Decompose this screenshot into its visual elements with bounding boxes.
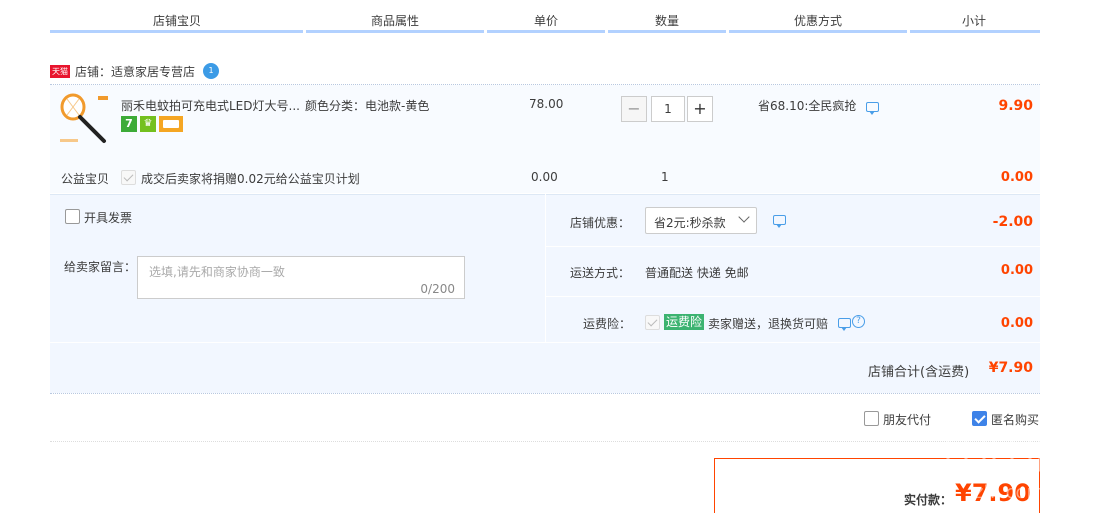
shop-discount-select[interactable]: 省2元:秒杀款 [645, 207, 757, 234]
anonymous-checkbox[interactable] [972, 411, 987, 426]
promotion-info-icon[interactable] [866, 102, 879, 115]
credit-card-icon[interactable] [159, 116, 183, 132]
invoice-checkbox[interactable] [65, 209, 80, 224]
help-icon[interactable]: ? [852, 315, 865, 328]
insurance-info-icon[interactable] [838, 318, 851, 331]
col-price: 单价 [534, 14, 559, 28]
shop-discount-info-icon[interactable] [773, 215, 786, 228]
message-textarea[interactable]: 选填,请先和商家协商一致 0/200 [137, 256, 465, 299]
chevron-down-icon [738, 211, 750, 223]
friend-pay-label: 朋友代付 [883, 413, 932, 427]
col-subtotal: 小计 [962, 14, 987, 28]
payment-label: 实付款： [904, 493, 953, 507]
message-label: 给卖家留言： [64, 260, 137, 274]
product-title-link[interactable]: 丽禾电蚊拍可充电式LED灯大号... [121, 97, 300, 114]
shop-total-label: 店铺合计(含运费) [868, 365, 970, 380]
anonymous-label: 匿名购买 [991, 413, 1040, 427]
charity-text: 成交后卖家将捐赠0.02元给公益宝贝计划 [141, 172, 360, 186]
shop-total-amount: ¥7.90 [988, 360, 1033, 376]
racket-icon [60, 93, 108, 143]
charity-label: 公益宝贝 [61, 172, 110, 186]
charity-checkbox [121, 170, 136, 185]
insurance-amount: 0.00 [1000, 316, 1033, 331]
message-counter: 0/200 [420, 282, 455, 296]
unit-price: 78.00 [529, 97, 564, 111]
shop-discount-selected: 省2元:秒杀款 [654, 216, 726, 230]
col-quantity: 数量 [655, 14, 680, 28]
charity-subtotal: 0.00 [1000, 170, 1033, 185]
payment-amount: ¥7.90 [955, 479, 1031, 507]
shop-discount-label: 店铺优惠： [570, 216, 631, 230]
product-attribute: 颜色分类：电池款-黄色 [305, 99, 430, 113]
service-icons: 7 ♛ [121, 116, 183, 132]
col-promotion: 优惠方式 [794, 14, 843, 28]
insurance-label: 运费险： [583, 317, 632, 331]
product-image[interactable] [58, 93, 110, 145]
insurance-text: 卖家赠送，退换货可赔 [708, 317, 829, 331]
shipping-amount: 0.00 [1000, 263, 1033, 278]
shop-row: 天猫 店铺：适意家居专营店 1 [50, 62, 220, 80]
quantity-increase-button[interactable]: + [687, 96, 713, 122]
quantity-decrease-button[interactable]: − [621, 96, 647, 122]
charity-price: 0.00 [531, 170, 558, 184]
cart-header: 店铺宝贝 商品属性 单价 数量 优惠方式 小计 [50, 0, 1040, 33]
friend-pay-checkbox[interactable] [864, 411, 879, 426]
promotion-text: 省68.10:全民疯抢 [758, 99, 857, 113]
insurance-checkbox [645, 315, 660, 330]
insurance-tag: 运费险 [664, 314, 705, 330]
seven-day-return-icon[interactable]: 7 [121, 116, 137, 132]
payment-box: 实付款： ¥7.90 [714, 458, 1040, 513]
quantity-input[interactable]: 1 [651, 96, 685, 122]
charity-quantity: 1 [661, 170, 669, 184]
invoice-label: 开具发票 [84, 211, 133, 225]
shop-name[interactable]: 店铺：适意家居专营店 [75, 63, 195, 80]
col-attribute: 商品属性 [371, 14, 420, 28]
shipping-value: 普通配送 快递 免邮 [645, 266, 749, 280]
item-subtotal: 9.90 [998, 98, 1033, 114]
tmall-badge: 天猫 [50, 64, 70, 78]
guarantee-icon[interactable]: ♛ [140, 116, 156, 132]
message-placeholder: 选填,请先和商家协商一致 [149, 265, 285, 279]
shop-discount-amount: -2.00 [992, 214, 1033, 230]
col-shop-item: 店铺宝贝 [153, 14, 202, 28]
shipping-label: 运送方式： [570, 266, 631, 280]
wangwang-icon[interactable]: 1 [203, 63, 220, 79]
